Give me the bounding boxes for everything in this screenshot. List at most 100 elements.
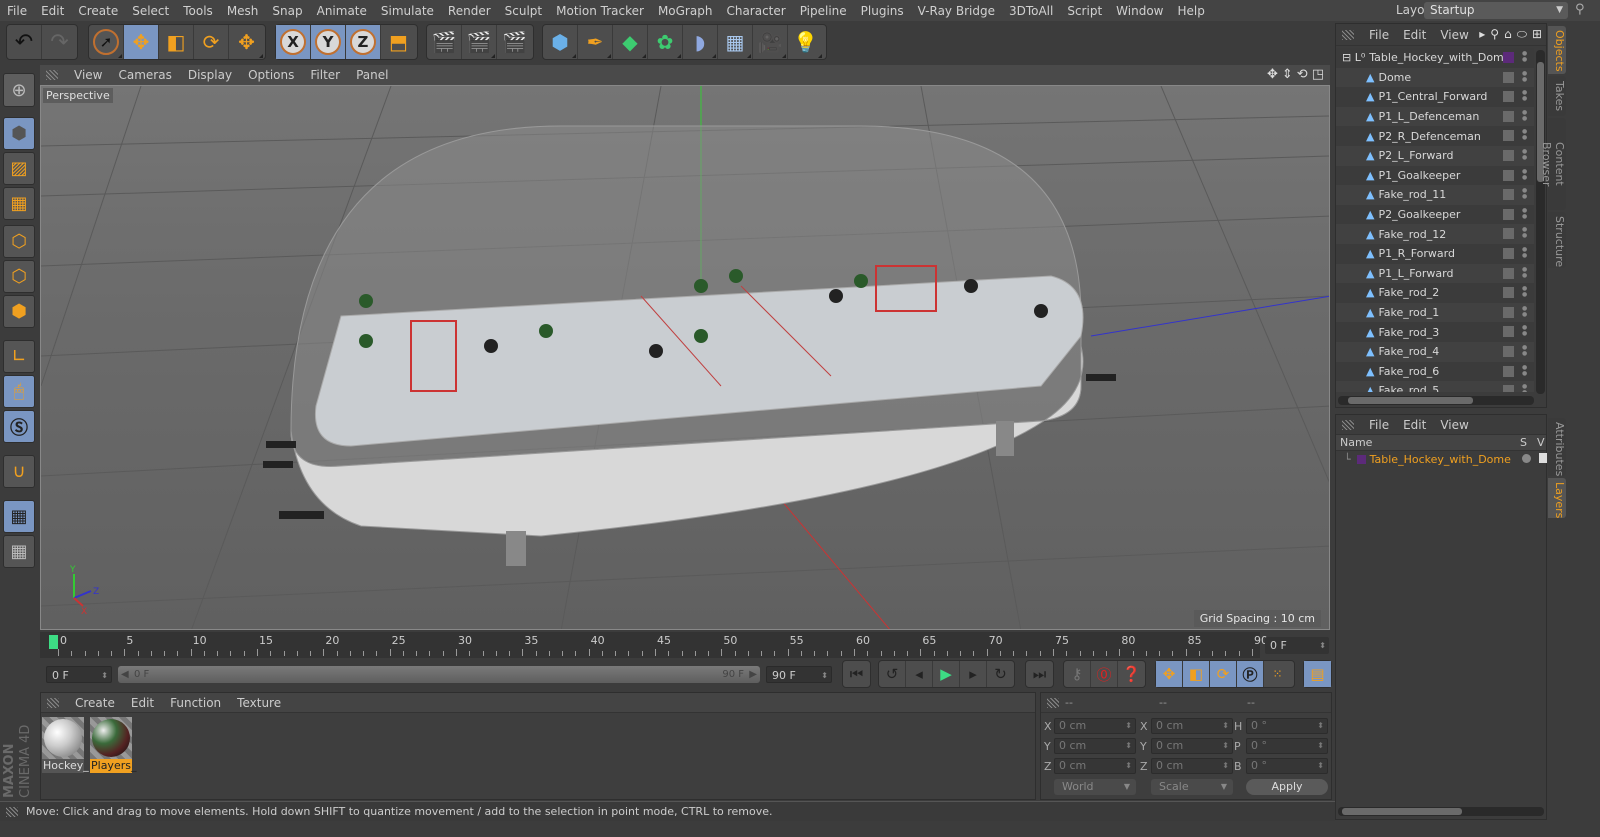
panel-grip[interactable] — [6, 806, 18, 817]
key-parameter-button[interactable]: Ⓟ — [1237, 661, 1264, 687]
object-row[interactable]: ▲ Fake_rod_3 ● ● — [1336, 322, 1534, 342]
viewport-menu-display[interactable]: Display — [180, 68, 240, 82]
object-horizontal-scrollbar[interactable] — [1338, 396, 1534, 405]
viewport-menu-cameras[interactable]: Cameras — [110, 68, 179, 82]
rotate-button[interactable]: ⟳ — [194, 25, 229, 59]
object-row[interactable]: ▲ P2_L_Forward ● ● — [1336, 145, 1534, 166]
visibility-dots[interactable]: ●● — [1522, 266, 1527, 279]
object-row[interactable]: ▲ P1_Central_Forward ● ● — [1336, 87, 1534, 107]
3d-viewport[interactable]: Y Z X Perspective Grid Spacing : 10 cm — [40, 85, 1330, 630]
tag-icon[interactable] — [1503, 228, 1514, 240]
tag-icon[interactable] — [1503, 149, 1514, 161]
visibility-dots[interactable]: ●● — [1522, 325, 1527, 337]
size-z-field[interactable]: 0 cm ⬍ — [1151, 758, 1233, 774]
undo-button[interactable]: ↶ — [7, 25, 42, 59]
workplane-mode-button[interactable]: ▦ — [3, 187, 35, 220]
visibility-dots[interactable]: ●● — [1522, 344, 1527, 357]
polygons-mode-button[interactable]: ⬢ — [3, 295, 35, 328]
object-row[interactable]: ▲Fake_rod_5 ●● — [1336, 381, 1534, 392]
tag-icon[interactable] — [1503, 326, 1514, 338]
autokey-button[interactable]: ❓ — [1118, 661, 1145, 687]
texture-mode-button[interactable]: ▨ — [3, 152, 35, 185]
viewport-menu-options[interactable]: Options — [240, 68, 302, 82]
range-right-arrow-icon[interactable]: ▶ — [749, 666, 757, 683]
key-rotation-button[interactable]: ⟳ — [1210, 661, 1237, 687]
new-window-icon[interactable]: ⊞ — [1532, 27, 1542, 42]
model-mode-button[interactable]: ⬢ — [3, 117, 35, 150]
panel-grip[interactable] — [47, 697, 59, 708]
pen-button[interactable]: ✒ — [578, 25, 613, 59]
material-players[interactable]: Players_ — [90, 717, 136, 773]
coordinate-mode-dropdown[interactable]: World ▼ — [1054, 779, 1136, 795]
tab-content-browser[interactable]: Content Browser — [1540, 118, 1566, 210]
object-row[interactable]: ▲ P2_R_Defenceman ● ● — [1336, 126, 1534, 146]
tag-icon[interactable] — [1503, 287, 1514, 299]
rotation-h-field[interactable]: 0 ° ⬍ — [1246, 718, 1328, 734]
object-row[interactable]: ▲ P1_Goalkeeper ● ● — [1336, 165, 1534, 186]
layer-color-swatch[interactable] — [1503, 52, 1514, 63]
start-frame-field[interactable]: 0 F ⬍ — [46, 666, 112, 683]
visibility-dots[interactable]: ●● — [1522, 286, 1527, 298]
column-visible[interactable]: V — [1537, 436, 1545, 449]
workplane-rotate-button[interactable]: ▦ — [3, 535, 35, 568]
coordinate-system-button[interactable]: ⬒ — [381, 25, 416, 59]
object-axis-button[interactable]: ∟ — [3, 340, 35, 373]
panel-grip[interactable] — [46, 70, 58, 80]
menu-mograph[interactable]: MoGraph — [651, 4, 720, 18]
visibility-dots[interactable]: ●● — [1522, 188, 1527, 200]
render-settings-button[interactable]: 🎬 — [497, 25, 532, 59]
key-scale-button[interactable]: ◧ — [1183, 661, 1210, 687]
visibility-dots[interactable]: ●● — [1522, 246, 1527, 259]
position-x-field[interactable]: 0 cm ⬍ — [1054, 718, 1136, 734]
position-z-field[interactable]: 0 cm ⬍ — [1054, 758, 1136, 774]
visibility-dots[interactable]: ●● — [1522, 168, 1527, 181]
menu-snap[interactable]: Snap — [265, 4, 309, 18]
tag-icon[interactable] — [1503, 71, 1514, 83]
timeline-ruler[interactable]: 0 5 10 15 20 25 30 35 40 45 50 55 60 65 70 75 80 85 90 — [40, 632, 1268, 658]
menu-file[interactable]: File — [0, 4, 34, 18]
object-row[interactable]: ▲ Dome ● ● — [1336, 67, 1534, 88]
menu-select[interactable]: Select — [125, 4, 176, 18]
object-row[interactable]: ▲ P2_Goalkeeper ● ● — [1336, 204, 1534, 225]
render-view-button[interactable]: 🎬 — [427, 25, 462, 59]
rotation-p-field[interactable]: 0 ° ⬍ — [1246, 738, 1328, 754]
dolly-icon[interactable]: ⇕ — [1282, 67, 1293, 82]
scrollbar-thumb[interactable] — [1342, 808, 1462, 815]
panel-grip[interactable] — [1047, 697, 1059, 708]
subdivision-button[interactable]: ◆ — [613, 25, 648, 59]
menu-edit[interactable]: Edit — [34, 4, 71, 18]
next-key-button[interactable]: ↻ — [987, 661, 1014, 687]
maximize-icon[interactable]: ◳ — [1312, 67, 1324, 82]
search-icon[interactable]: ⚲ — [1490, 27, 1499, 42]
object-row[interactable]: ▲ P1_R_Forward ● ● — [1336, 243, 1534, 264]
search-icon[interactable]: ⚲ — [1575, 2, 1585, 17]
filter-icon[interactable]: ⬭ — [1517, 27, 1527, 42]
menu-3dtoall[interactable]: 3DToAll — [1002, 4, 1060, 18]
visibility-dots[interactable]: ●● — [1522, 109, 1527, 122]
visibility-dots[interactable]: ●● — [1522, 90, 1527, 102]
menu-simulate[interactable]: Simulate — [374, 4, 441, 18]
z-axis-button[interactable]: Z — [346, 25, 381, 59]
tab-structure[interactable]: Structure — [1548, 212, 1566, 268]
visibility-dots[interactable]: ●● — [1522, 364, 1527, 377]
deformer-button[interactable]: ◗ — [683, 25, 718, 59]
tag-icon[interactable] — [1503, 208, 1514, 220]
layer-menu-file[interactable]: File — [1362, 418, 1396, 432]
menu-create[interactable]: Create — [71, 4, 125, 18]
prev-key-button[interactable]: ↺ — [879, 661, 906, 687]
menu-plugins[interactable]: Plugins — [854, 4, 911, 18]
points-mode-button[interactable]: ⬡ — [3, 225, 35, 258]
apply-button[interactable]: Apply — [1246, 779, 1328, 795]
solo-mode-button[interactable]: Ⓢ — [3, 410, 35, 443]
tab-takes[interactable]: Takes — [1548, 76, 1566, 116]
solo-toggle[interactable] — [1522, 454, 1531, 463]
panel-grip[interactable] — [1342, 419, 1354, 430]
tag-icon[interactable] — [1503, 247, 1514, 259]
tab-objects[interactable]: Objects — [1548, 26, 1566, 74]
tag-icon[interactable] — [1503, 130, 1514, 142]
menu-vray-bridge[interactable]: V-Ray Bridge — [911, 4, 1002, 18]
panel-grip[interactable] — [1342, 29, 1354, 40]
render-picture-viewer-button[interactable]: 🎬 — [462, 25, 497, 59]
tag-icon[interactable] — [1503, 365, 1514, 377]
goto-end-button[interactable]: ⏭ — [1026, 661, 1053, 687]
